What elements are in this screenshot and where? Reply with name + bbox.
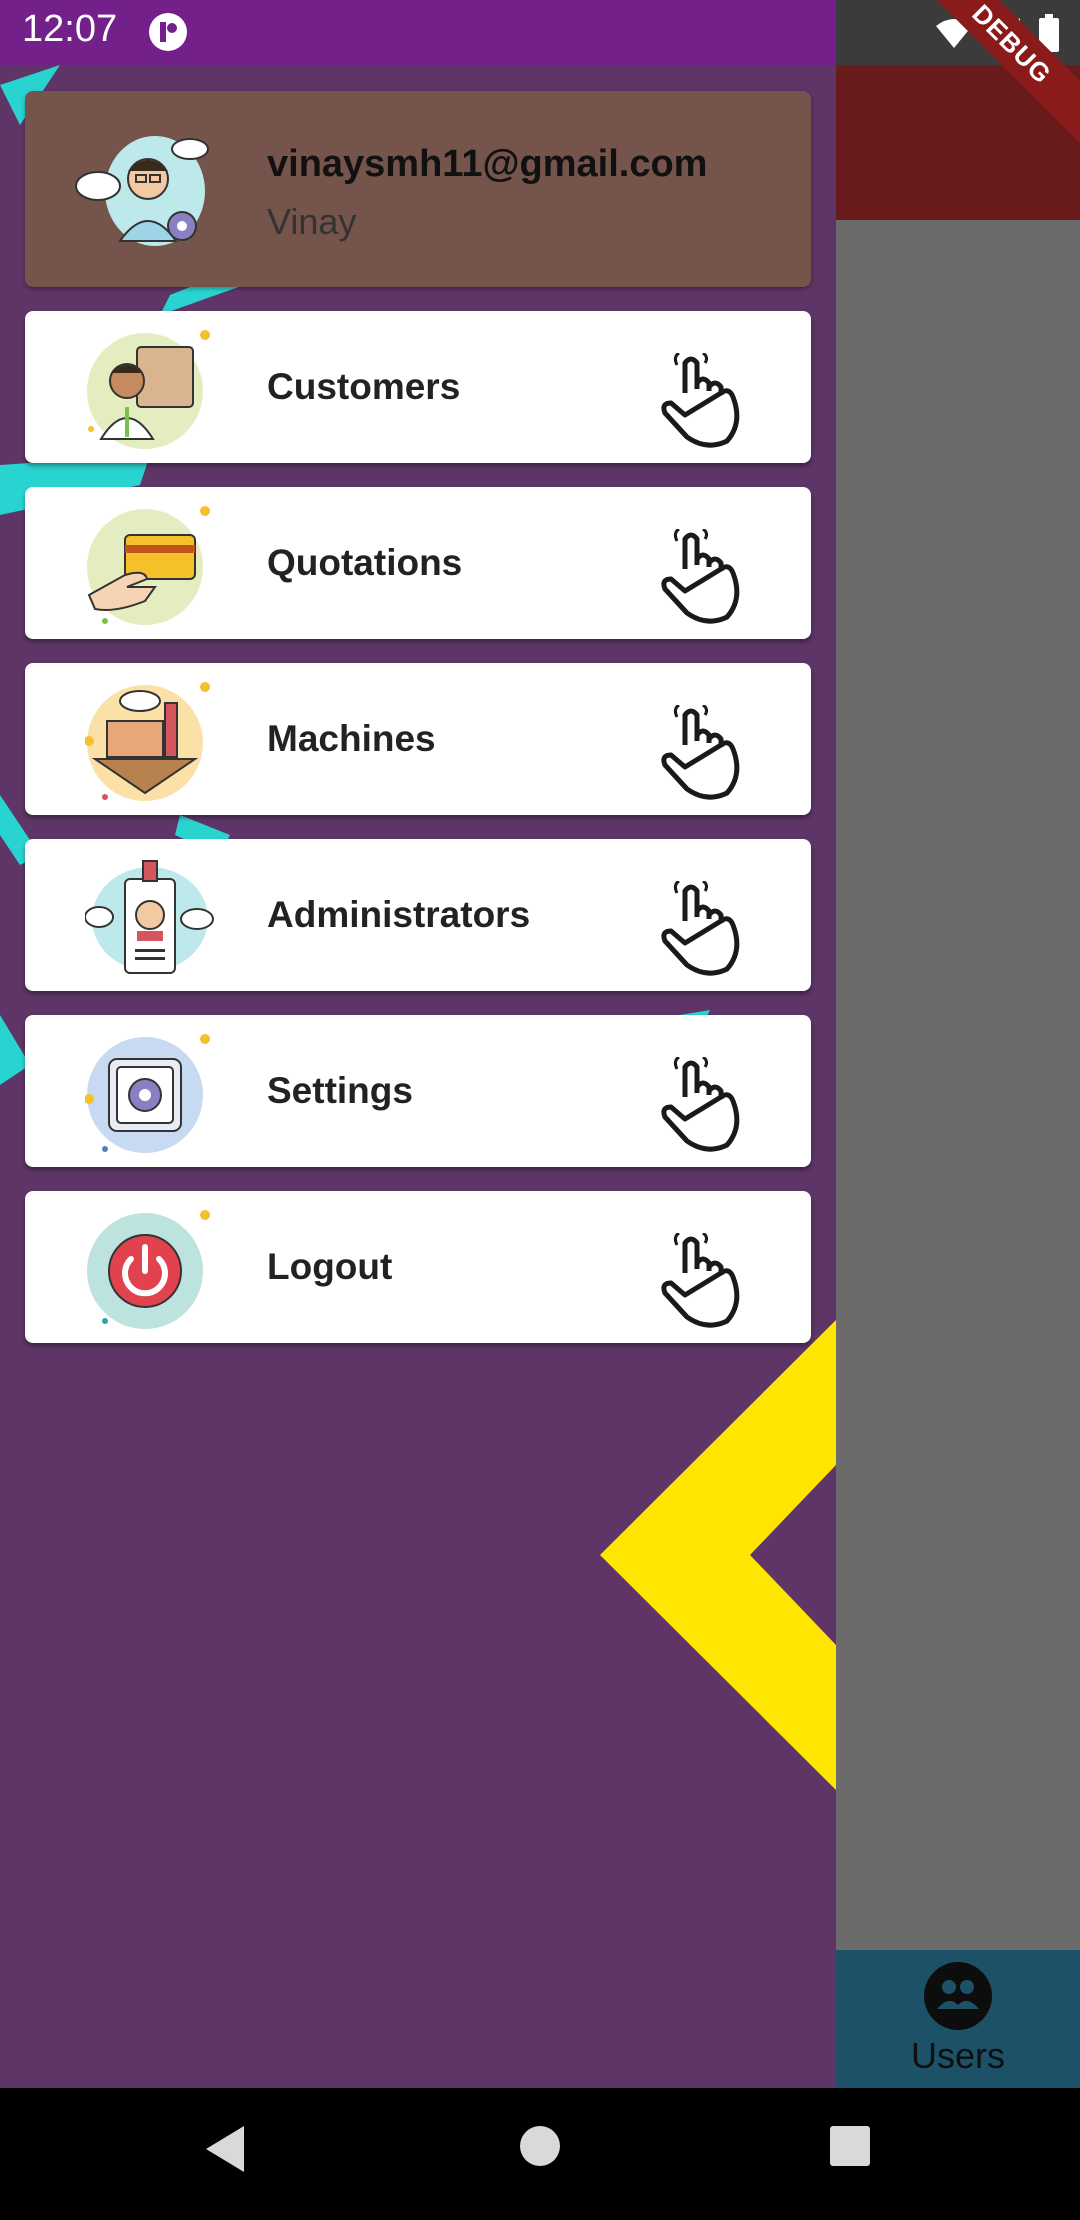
scrim-overlay[interactable] [836, 65, 1080, 2088]
recents-icon[interactable] [828, 2124, 872, 2168]
system-navigation-bar [0, 2088, 1080, 2220]
tap-hand-icon [661, 353, 740, 448]
drawer-item-machines[interactable]: Machines [25, 663, 811, 815]
safe-gear-icon [85, 1034, 210, 1153]
drawer-item-label: Machines [267, 718, 436, 759]
tap-hand-icon [661, 529, 740, 624]
drawer-item-label: Quotations [267, 542, 463, 583]
credit-card-hand-icon [87, 506, 210, 625]
power-icon [87, 1210, 210, 1329]
users-group-icon [924, 1962, 992, 2030]
user-name: Vinay [267, 201, 357, 242]
bottom-nav-users-tab[interactable]: Users [836, 1950, 1080, 2088]
tap-hand-icon [661, 1057, 740, 1152]
bottom-nav-users-label: Users [910, 2035, 1005, 2076]
drawer-item-logout[interactable]: Logout [25, 1191, 811, 1343]
drawer-item-quotations[interactable]: Quotations [25, 487, 811, 639]
navigation-drawer: vinaysmh11@gmail.com Vinay Customers Quo… [0, 65, 836, 2088]
status-bar-tint [0, 0, 836, 65]
factory-island-icon [85, 682, 210, 801]
app-notification-icon [149, 13, 187, 51]
customer-icon [87, 330, 210, 449]
tap-hand-icon [661, 1233, 740, 1328]
user-account-header[interactable]: vinaysmh11@gmail.com Vinay [25, 91, 811, 287]
drawer-item-label: Customers [267, 366, 461, 407]
user-avatar-icon [75, 136, 209, 246]
drawer-item-settings[interactable]: Settings [25, 1015, 811, 1167]
status-time: 12:07 [22, 8, 118, 50]
tap-hand-icon [661, 881, 740, 976]
tap-hand-icon [661, 705, 740, 800]
drawer-item-label: Logout [267, 1246, 393, 1287]
user-email: vinaysmh11@gmail.com [267, 143, 708, 185]
status-bar: 12:07 [0, 0, 1080, 65]
home-icon[interactable] [518, 2124, 562, 2168]
drawer-item-customers[interactable]: Customers [25, 311, 811, 463]
drawer-item-label: Administrators [267, 894, 531, 935]
drawer-item-label: Settings [267, 1070, 413, 1111]
drawer-item-administrators[interactable]: Administrators [25, 839, 811, 991]
id-badge-icon [85, 860, 214, 974]
back-icon[interactable] [204, 2124, 246, 2174]
